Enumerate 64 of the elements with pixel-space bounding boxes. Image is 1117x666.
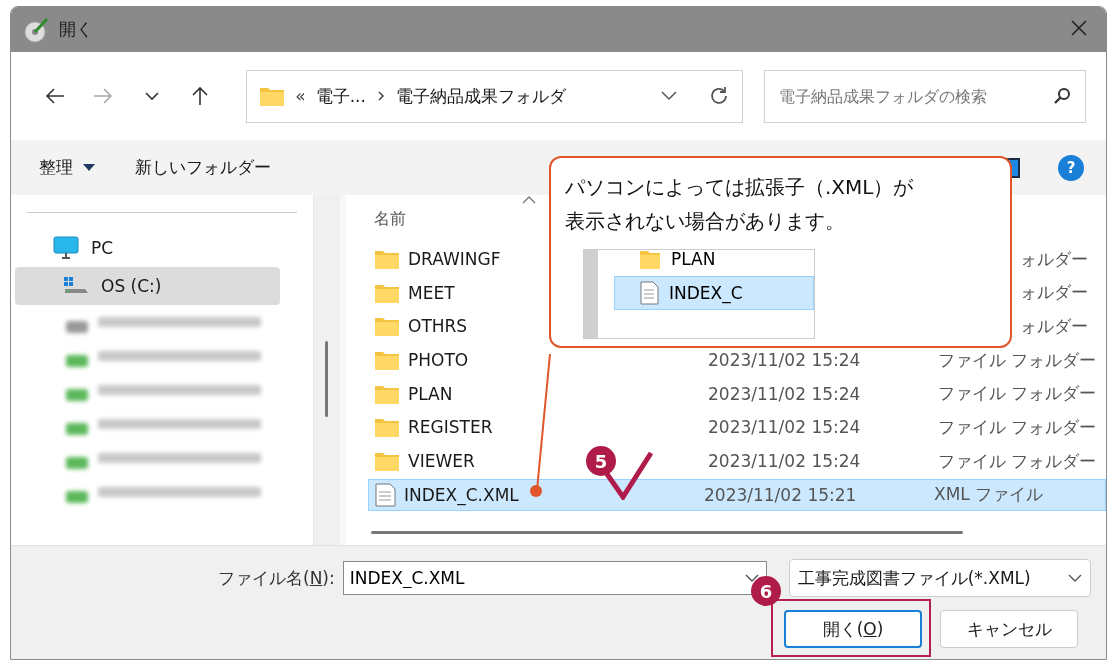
file-type: ファイル フォルダー	[938, 450, 1097, 471]
folder-icon	[374, 349, 400, 372]
date-modified: 2023/11/02 15:24	[708, 451, 861, 472]
date-modified: 2023/11/02 15:21	[704, 484, 857, 505]
date-modified: 2023/11/02 15:24	[708, 417, 861, 438]
breadcrumb-segment[interactable]: 電子...	[315, 84, 366, 108]
file-type: ォルダー	[1020, 282, 1088, 303]
file-type-dropdown[interactable]: 工事完成図書ファイル(*.XML)	[788, 559, 1091, 597]
search-field[interactable]: 電子納品成果フォルダの検索	[764, 69, 1086, 123]
folder-icon	[259, 85, 286, 107]
close-icon	[1070, 19, 1088, 37]
scrollbar-thumb[interactable]	[325, 341, 328, 417]
file-name: VIEWER	[408, 451, 475, 472]
help-button[interactable]: ?	[1058, 154, 1084, 181]
cancel-button[interactable]: キャンセル	[940, 610, 1078, 648]
new-folder-button[interactable]: 新しいフォルダー	[135, 156, 271, 179]
search-icon	[1052, 85, 1072, 106]
dropdown-triangle-icon	[83, 163, 95, 172]
window-title: 開く	[59, 18, 93, 41]
refresh-icon	[708, 85, 730, 107]
preview-row: PLAN	[628, 250, 814, 276]
chevron-down-icon	[1067, 573, 1082, 583]
selected-file-row[interactable]: INDEX_C.XML 2023/11/02 15:21 XML ファイル	[368, 478, 1106, 511]
document-icon	[374, 482, 396, 507]
step-number-badge: 5	[586, 446, 616, 476]
drive-icon	[63, 276, 89, 296]
folder-icon	[639, 250, 661, 270]
file-name: DRAWINGF	[408, 249, 501, 269]
folder-icon	[374, 416, 400, 439]
breadcrumb-segment[interactable]: 電子納品成果フォルダ	[395, 84, 566, 108]
sidebar-item[interactable]: PC	[15, 229, 280, 267]
file-type: ォルダー	[1020, 248, 1088, 269]
file-name: OTHRS	[408, 316, 468, 337]
date-modified: 2023/11/02 15:24	[708, 383, 861, 404]
folder-icon	[374, 315, 400, 338]
file-name: PHOTO	[408, 350, 469, 371]
file-name: MEET	[408, 282, 455, 303]
file-type: ファイル フォルダー	[938, 349, 1097, 370]
sidebar-item[interactable]: OS (C:)	[15, 267, 280, 305]
file-name: PLAN	[408, 383, 453, 404]
document-icon	[639, 281, 659, 305]
overflow-marker[interactable]: «	[295, 86, 306, 106]
organize-menu[interactable]: 整理	[39, 156, 95, 179]
file-name: INDEX_C.XML	[404, 484, 519, 505]
checkmark-icon	[604, 450, 654, 500]
file-name: REGISTER	[408, 417, 493, 438]
folder-icon	[374, 450, 400, 473]
folder-icon	[374, 248, 400, 270]
preview-row: INDEX_C	[614, 276, 814, 310]
disc-icon	[23, 16, 49, 43]
file-type: XML ファイル	[934, 484, 1044, 505]
column-header[interactable]: 名前	[374, 208, 406, 230]
callout-text: パソコンによっては拡張子（.XML）が表示されない場合があります。	[565, 174, 915, 235]
chevron-down-icon	[660, 90, 678, 102]
address-bar[interactable]: « 電子... 電子納品成果フォルダ	[246, 69, 743, 123]
chevron-right-icon	[375, 89, 386, 103]
open-button[interactable]: 開く(O)	[784, 610, 922, 648]
file-type: ファイル フォルダー	[938, 383, 1097, 404]
date-modified: 2023/11/02 15:24	[708, 350, 861, 371]
file-type: ファイル フォルダー	[938, 416, 1097, 437]
monitor-icon	[53, 236, 79, 260]
file-type: ォルダー	[1020, 315, 1088, 336]
file-name-label: ファイル名(N):	[218, 566, 335, 590]
scrollbar-thumb[interactable]	[371, 531, 963, 534]
